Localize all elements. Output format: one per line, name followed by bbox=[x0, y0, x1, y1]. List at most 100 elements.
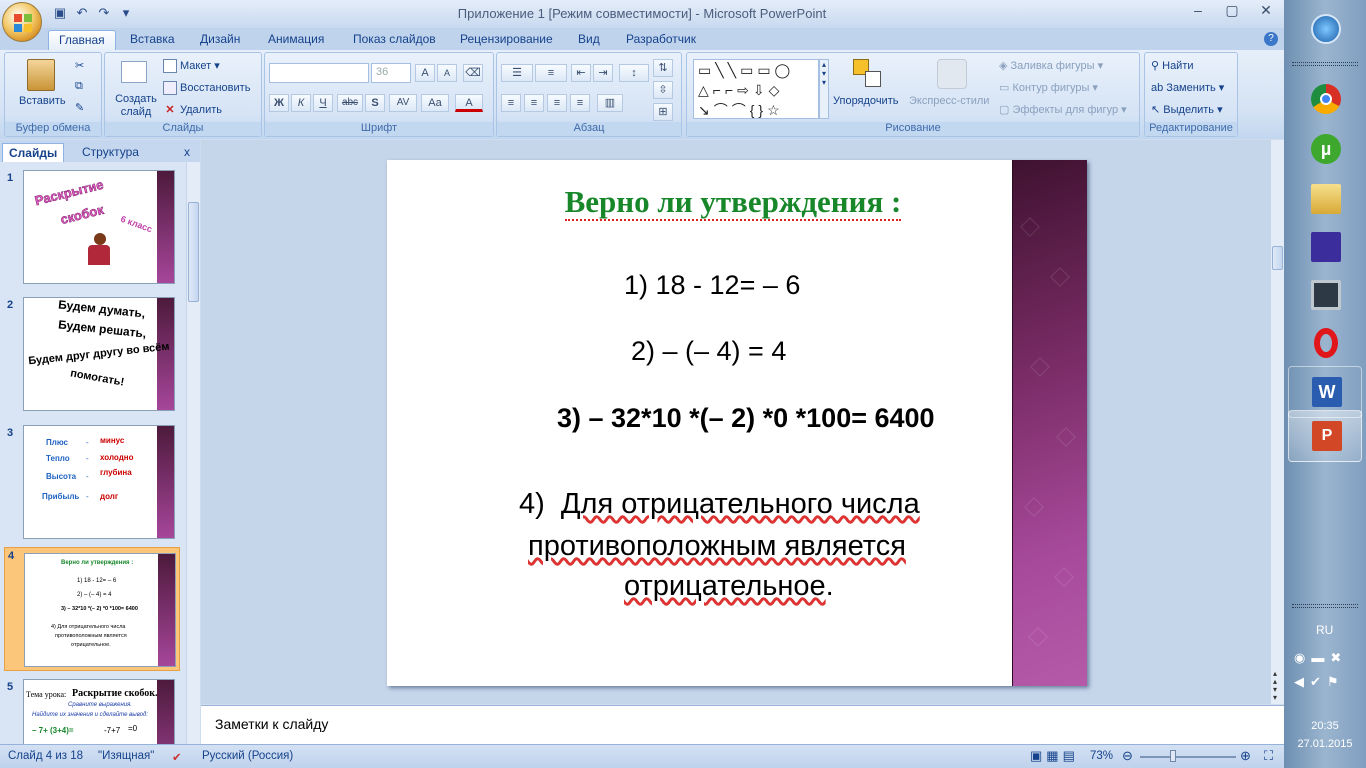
zoom-out-icon[interactable]: ⊖ bbox=[1122, 748, 1133, 764]
select-button[interactable]: Выделить bbox=[1163, 104, 1214, 116]
tab-review[interactable]: Рецензирование bbox=[450, 30, 563, 50]
language-indicator[interactable]: Русский (Россия) bbox=[202, 750, 293, 762]
tab-slides[interactable]: Слайды bbox=[2, 143, 65, 162]
slide-item-4-line-1[interactable]: 4) Для отрицательного числа bbox=[519, 488, 920, 521]
help-icon[interactable]: ? bbox=[1264, 32, 1278, 46]
decrease-indent-icon[interactable]: ⇤ bbox=[571, 64, 591, 82]
minimize-button[interactable]: – bbox=[1186, 2, 1210, 22]
justify-icon[interactable]: ≡ bbox=[570, 94, 590, 112]
bullets-icon[interactable]: ☰ bbox=[501, 64, 533, 82]
slide-canvas[interactable]: Верно ли утверждения : 1) 18 - 12= – 6 2… bbox=[387, 160, 1087, 686]
replace-button[interactable]: Заменить bbox=[1166, 82, 1215, 94]
shape-effects-button[interactable]: Эффекты для фигур bbox=[1012, 104, 1118, 116]
slide-item-4-line-2[interactable]: противоположным является bbox=[528, 530, 906, 563]
delete-button[interactable]: Удалить bbox=[180, 104, 222, 116]
columns-icon[interactable]: ▥ bbox=[597, 94, 623, 112]
bold-button[interactable]: Ж bbox=[269, 94, 289, 112]
numbering-icon[interactable]: ≡ bbox=[535, 64, 567, 82]
taskbar-utorrent[interactable]: µ bbox=[1288, 124, 1362, 176]
align-right-icon[interactable]: ≡ bbox=[547, 94, 567, 112]
slide-thumbnail-4[interactable]: 4 Верно ли утверждения : 1) 18 - 12= – 6… bbox=[4, 547, 180, 671]
tab-home[interactable]: Главная bbox=[48, 30, 116, 50]
shrink-font-button[interactable]: A bbox=[437, 64, 457, 82]
slide-item-2[interactable]: 2) – (– 4) = 4 bbox=[631, 336, 786, 367]
prev-next-slide-icon[interactable]: ▴ ▴ ▾ ▾ bbox=[1273, 670, 1277, 702]
italic-button[interactable]: К bbox=[291, 94, 311, 112]
zoom-slider-thumb[interactable] bbox=[1170, 750, 1176, 762]
tab-design[interactable]: Дизайн bbox=[190, 30, 250, 50]
text-direction-icon[interactable]: ⇅ bbox=[653, 59, 673, 77]
smartart-icon[interactable]: ⊞ bbox=[653, 103, 673, 121]
find-button[interactable]: Найти bbox=[1162, 60, 1193, 72]
slide-thumbnail-1[interactable]: 1 Раскрытие скобок 6 класс bbox=[0, 170, 186, 294]
slide-thumbnail-5[interactable]: 5 Тема урока: Раскрытие скобок. Сравните… bbox=[0, 679, 186, 744]
zoom-slider[interactable] bbox=[1140, 756, 1236, 758]
align-center-icon[interactable]: ≡ bbox=[524, 94, 544, 112]
font-name-input[interactable] bbox=[269, 63, 369, 83]
tab-animation[interactable]: Анимация bbox=[258, 30, 334, 50]
clock-date[interactable]: 27.01.2015 bbox=[1284, 738, 1366, 750]
tab-outline[interactable]: Структура bbox=[76, 143, 145, 162]
tab-developer[interactable]: Разработчик bbox=[616, 30, 706, 50]
cut-icon[interactable]: ✂ bbox=[75, 59, 84, 72]
zoom-level[interactable]: 73% bbox=[1090, 750, 1113, 762]
tab-insert[interactable]: Вставка bbox=[120, 30, 185, 50]
slide-item-3[interactable]: 3) – 32*10 *(– 2) *0 *100= 6400 bbox=[557, 403, 935, 434]
spacing-button[interactable]: AV bbox=[389, 94, 417, 112]
slide-thumbnail-2[interactable]: 2 Будем думать, Будем решать, Будем друг… bbox=[0, 297, 186, 421]
shadow-button[interactable]: S bbox=[365, 94, 385, 112]
input-language[interactable]: RU bbox=[1316, 623, 1333, 637]
slide-item-1[interactable]: 1) 18 - 12= – 6 bbox=[624, 270, 800, 301]
quick-styles-button[interactable]: Экспресс-стили bbox=[909, 95, 989, 107]
taskbar-explorer[interactable] bbox=[1288, 174, 1362, 226]
close-button[interactable]: ✕ bbox=[1254, 2, 1278, 22]
view-buttons[interactable]: ▣▦▤ bbox=[1030, 748, 1079, 764]
change-case-button[interactable]: Aa bbox=[421, 94, 449, 112]
maximize-button[interactable]: ▢ bbox=[1220, 2, 1244, 22]
slide-title[interactable]: Верно ли утверждения : bbox=[387, 184, 1079, 221]
shapes-scroll[interactable]: ▴ ▾ ▾ bbox=[819, 59, 829, 119]
grow-font-button[interactable]: A bbox=[415, 64, 435, 82]
slide-item-4-line-3[interactable]: отрицательное. bbox=[624, 570, 834, 603]
taskbar-opera[interactable] bbox=[1288, 318, 1362, 370]
font-size-input[interactable]: 36 bbox=[371, 63, 411, 83]
font-color-button[interactable]: A bbox=[455, 94, 483, 112]
spellcheck-icon[interactable]: ✔ bbox=[172, 750, 182, 764]
copy-icon[interactable]: ⧉ bbox=[75, 80, 83, 93]
notes-pane[interactable]: Заметки к слайду bbox=[201, 705, 1284, 744]
tab-slideshow[interactable]: Показ слайдов bbox=[343, 30, 446, 50]
increase-indent-icon[interactable]: ⇥ bbox=[593, 64, 613, 82]
tray-icons-2[interactable]: ◀✔⚑ bbox=[1294, 674, 1345, 690]
tab-view[interactable]: Вид bbox=[568, 30, 610, 50]
line-spacing-icon[interactable]: ↕ bbox=[619, 64, 649, 82]
fit-window-icon[interactable]: ⛶ bbox=[1264, 748, 1273, 764]
paste-button[interactable]: Вставить bbox=[19, 95, 66, 107]
clock-time[interactable]: 20:35 bbox=[1284, 720, 1366, 732]
shapes-gallery[interactable]: ▭╲╲▭▭◯ △⌐⌐⇨⇩◇ ↘⌒⌒{}☆ bbox=[693, 59, 819, 119]
notes-placeholder[interactable]: Заметки к слайду bbox=[215, 716, 328, 732]
taskbar-chrome[interactable] bbox=[1288, 74, 1362, 126]
underline-button[interactable]: Ч bbox=[313, 94, 333, 112]
taskbar-monitor[interactable] bbox=[1288, 270, 1362, 322]
start-button[interactable] bbox=[1288, 4, 1362, 56]
shape-fill-button[interactable]: Заливка фигуры bbox=[1011, 60, 1095, 72]
format-painter-icon[interactable]: ✎ bbox=[75, 101, 84, 114]
new-slide-button[interactable]: Создать слайд bbox=[114, 93, 158, 119]
tray-icons[interactable]: ◉▬✖ bbox=[1294, 650, 1347, 666]
scrollbar-thumb[interactable] bbox=[1272, 246, 1283, 270]
strikethrough-button[interactable]: abc bbox=[337, 94, 363, 112]
align-left-icon[interactable]: ≡ bbox=[501, 94, 521, 112]
clear-format-icon[interactable]: ⌫ bbox=[463, 64, 483, 82]
layout-button[interactable]: Макет bbox=[180, 60, 211, 72]
align-text-icon[interactable]: ⇳ bbox=[653, 81, 673, 99]
thumbnail-scrollbar[interactable] bbox=[186, 162, 200, 744]
reset-button[interactable]: Восстановить bbox=[180, 82, 250, 94]
arrange-button[interactable]: Упорядочить bbox=[833, 95, 898, 107]
taskbar-app-purple[interactable] bbox=[1288, 222, 1362, 274]
zoom-in-icon[interactable]: ⊕ bbox=[1240, 748, 1251, 764]
shape-outline-button[interactable]: Контур фигуры bbox=[1012, 82, 1089, 94]
taskbar-powerpoint[interactable]: P bbox=[1288, 410, 1362, 462]
close-pane-button[interactable]: x bbox=[178, 143, 196, 162]
office-button[interactable] bbox=[2, 2, 42, 42]
slide-thumbnail-3[interactable]: 3 Плюс Тепло Высота Прибыль - - - - мину… bbox=[0, 425, 186, 549]
